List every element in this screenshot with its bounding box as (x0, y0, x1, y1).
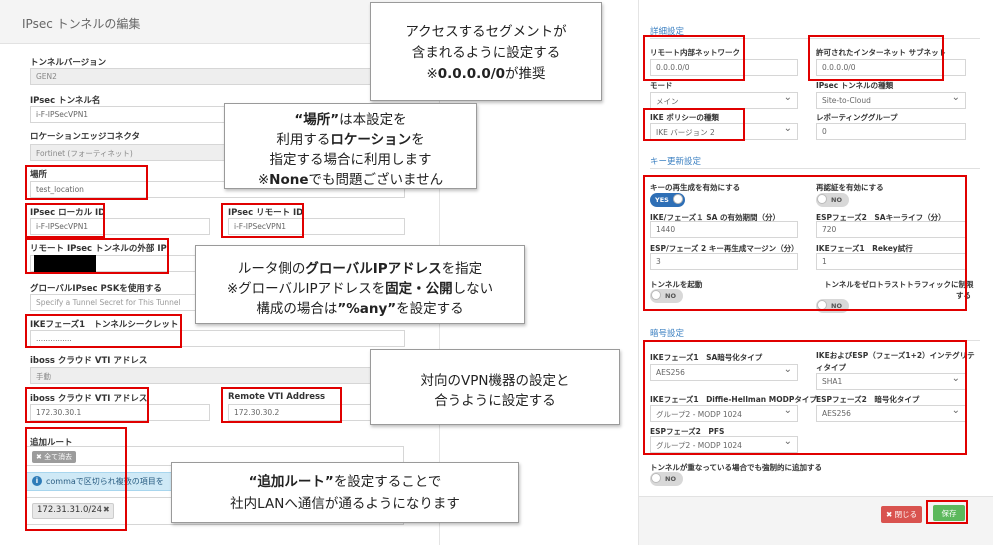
callout-vpn-line2: 合うように設定する (434, 393, 556, 409)
callout-text: を (411, 132, 425, 148)
mode-select[interactable]: メイン (650, 92, 798, 109)
tunnel-version-field: GEN2 (30, 68, 405, 85)
highlight-location (25, 165, 148, 200)
callout-vpn: 対向のVPN機器の設定と 合うように設定する (370, 349, 620, 425)
dialog-title: IPsec トンネルの編集 (22, 17, 141, 31)
highlight-remote-external-ip (25, 238, 169, 274)
callout-router-line2: ※グローバルIPアドレスを固定・公開しない (196, 277, 524, 297)
callout-text: ※グローバルIPアドレスを (226, 281, 386, 297)
callout-segment: アクセスするセグメントが 含まれるように設定する ※0.0.0.0/0が推奨 (370, 2, 602, 101)
callout-location-line2: 利用するロケーションを (225, 128, 476, 148)
highlight-rekey-group (643, 175, 967, 311)
callout-text: 利用する (276, 132, 331, 148)
callout-location-line1: “場所”は本設定を (225, 108, 476, 128)
section-crypto-settings: 暗号設定 (650, 329, 685, 339)
highlight-remote-id (221, 203, 304, 238)
reporting-group-label: レポーティンググループ (816, 113, 898, 122)
callout-text: しない (452, 281, 494, 297)
highlight-allowed-internet-subnet (808, 35, 944, 81)
toggle-knob (651, 473, 661, 483)
callout-text: は本設定を (339, 112, 407, 128)
tunnel-type-select[interactable]: Site-to-Cloud (816, 92, 966, 109)
callout-location-line3: 指定する場合に利用します (269, 152, 432, 168)
global-psk-label: グローバルIPsec PSKを使用する (30, 284, 162, 294)
highlight-ike-policy (643, 108, 745, 141)
callout-text-bold: “場所” (294, 112, 340, 128)
tunnel-type-label: IPsec トンネルの種類 (816, 81, 894, 90)
callout-text-bold: ”%any” (337, 301, 397, 317)
callout-text: ※ (426, 66, 438, 82)
callout-routes-line2: 社内LANへ通信が通るようになります (230, 496, 460, 512)
highlight-routes (25, 427, 127, 531)
highlight-crypto-group (643, 340, 967, 455)
close-button[interactable]: ✖ 閉じる (881, 506, 923, 523)
tunnel-name-label: IPsec トンネル名 (30, 96, 101, 106)
highlight-ike1-secret (25, 314, 182, 348)
callout-routes: “追加ルート”を設定することで 社内LANへ通信が通るようになります (171, 462, 519, 523)
callout-text: を設定する (396, 301, 464, 317)
cloud-vti-manual-label: iboss クラウド VTI アドレス (30, 356, 148, 366)
callout-text: を指定 (441, 261, 483, 277)
section-rekey-settings: キー更新設定 (650, 157, 702, 167)
cloud-vti-manual-field: 手動 (30, 367, 405, 384)
highlight-remote-vti (221, 387, 342, 423)
callout-location: “場所”は本設定を 利用するロケーションを 指定する場合に利用します ※None… (224, 103, 477, 189)
callout-text-bold: グローバルIPアドレス (305, 261, 442, 277)
section-divider (650, 168, 980, 169)
highlight-local-id (25, 203, 105, 238)
callout-vpn-line1: 対向のVPN機器の設定と (420, 373, 570, 389)
highlight-save-button (926, 500, 968, 524)
tunnel-version-label: トンネルバージョン (30, 58, 107, 68)
callout-router: ルータ側のグローバルIPアドレスを指定 ※グローバルIPアドレスを固定・公開しな… (195, 245, 525, 324)
callout-text: ※ (257, 172, 270, 188)
mode-label: モード (650, 81, 673, 90)
callout-text: でも問題ございません (308, 172, 444, 188)
callout-location-line4: ※Noneでも問題ございません (225, 168, 476, 188)
callout-segment-line2: 含まれるように設定する (411, 45, 561, 61)
callout-text: を設定することで (333, 474, 442, 490)
reporting-group-input[interactable]: 0 (816, 123, 966, 140)
callout-text: ルータ側の (237, 261, 306, 277)
callout-text-bold: 固定・公開 (385, 281, 453, 297)
callout-segment-line1: アクセスするセグメントが (405, 24, 567, 40)
callout-text: 構成の場合は (256, 301, 338, 317)
highlight-cloud-vti (25, 387, 149, 423)
location-edge-label: ロケーションエッジコネクタ (30, 132, 140, 142)
callout-text-bold: None (269, 172, 309, 188)
callout-segment-line3: ※0.0.0.0/0が推奨 (371, 62, 601, 82)
callout-text-bold: ロケーション (330, 132, 412, 148)
callout-text-bold: “追加ルート” (248, 474, 334, 490)
highlight-remote-internal-network (643, 35, 745, 81)
callout-text-bold: 0.0.0.0/0 (437, 66, 506, 82)
callout-router-line1: ルータ側のグローバルIPアドレスを指定 (196, 257, 524, 277)
callout-routes-line1: “追加ルート”を設定することで (172, 470, 518, 490)
callout-text: が推奨 (505, 66, 546, 82)
callout-router-line3: 構成の場合は”%any”を設定する (196, 297, 524, 317)
force-add-toggle[interactable]: NO (650, 472, 683, 486)
toggle-state: NO (665, 475, 676, 483)
